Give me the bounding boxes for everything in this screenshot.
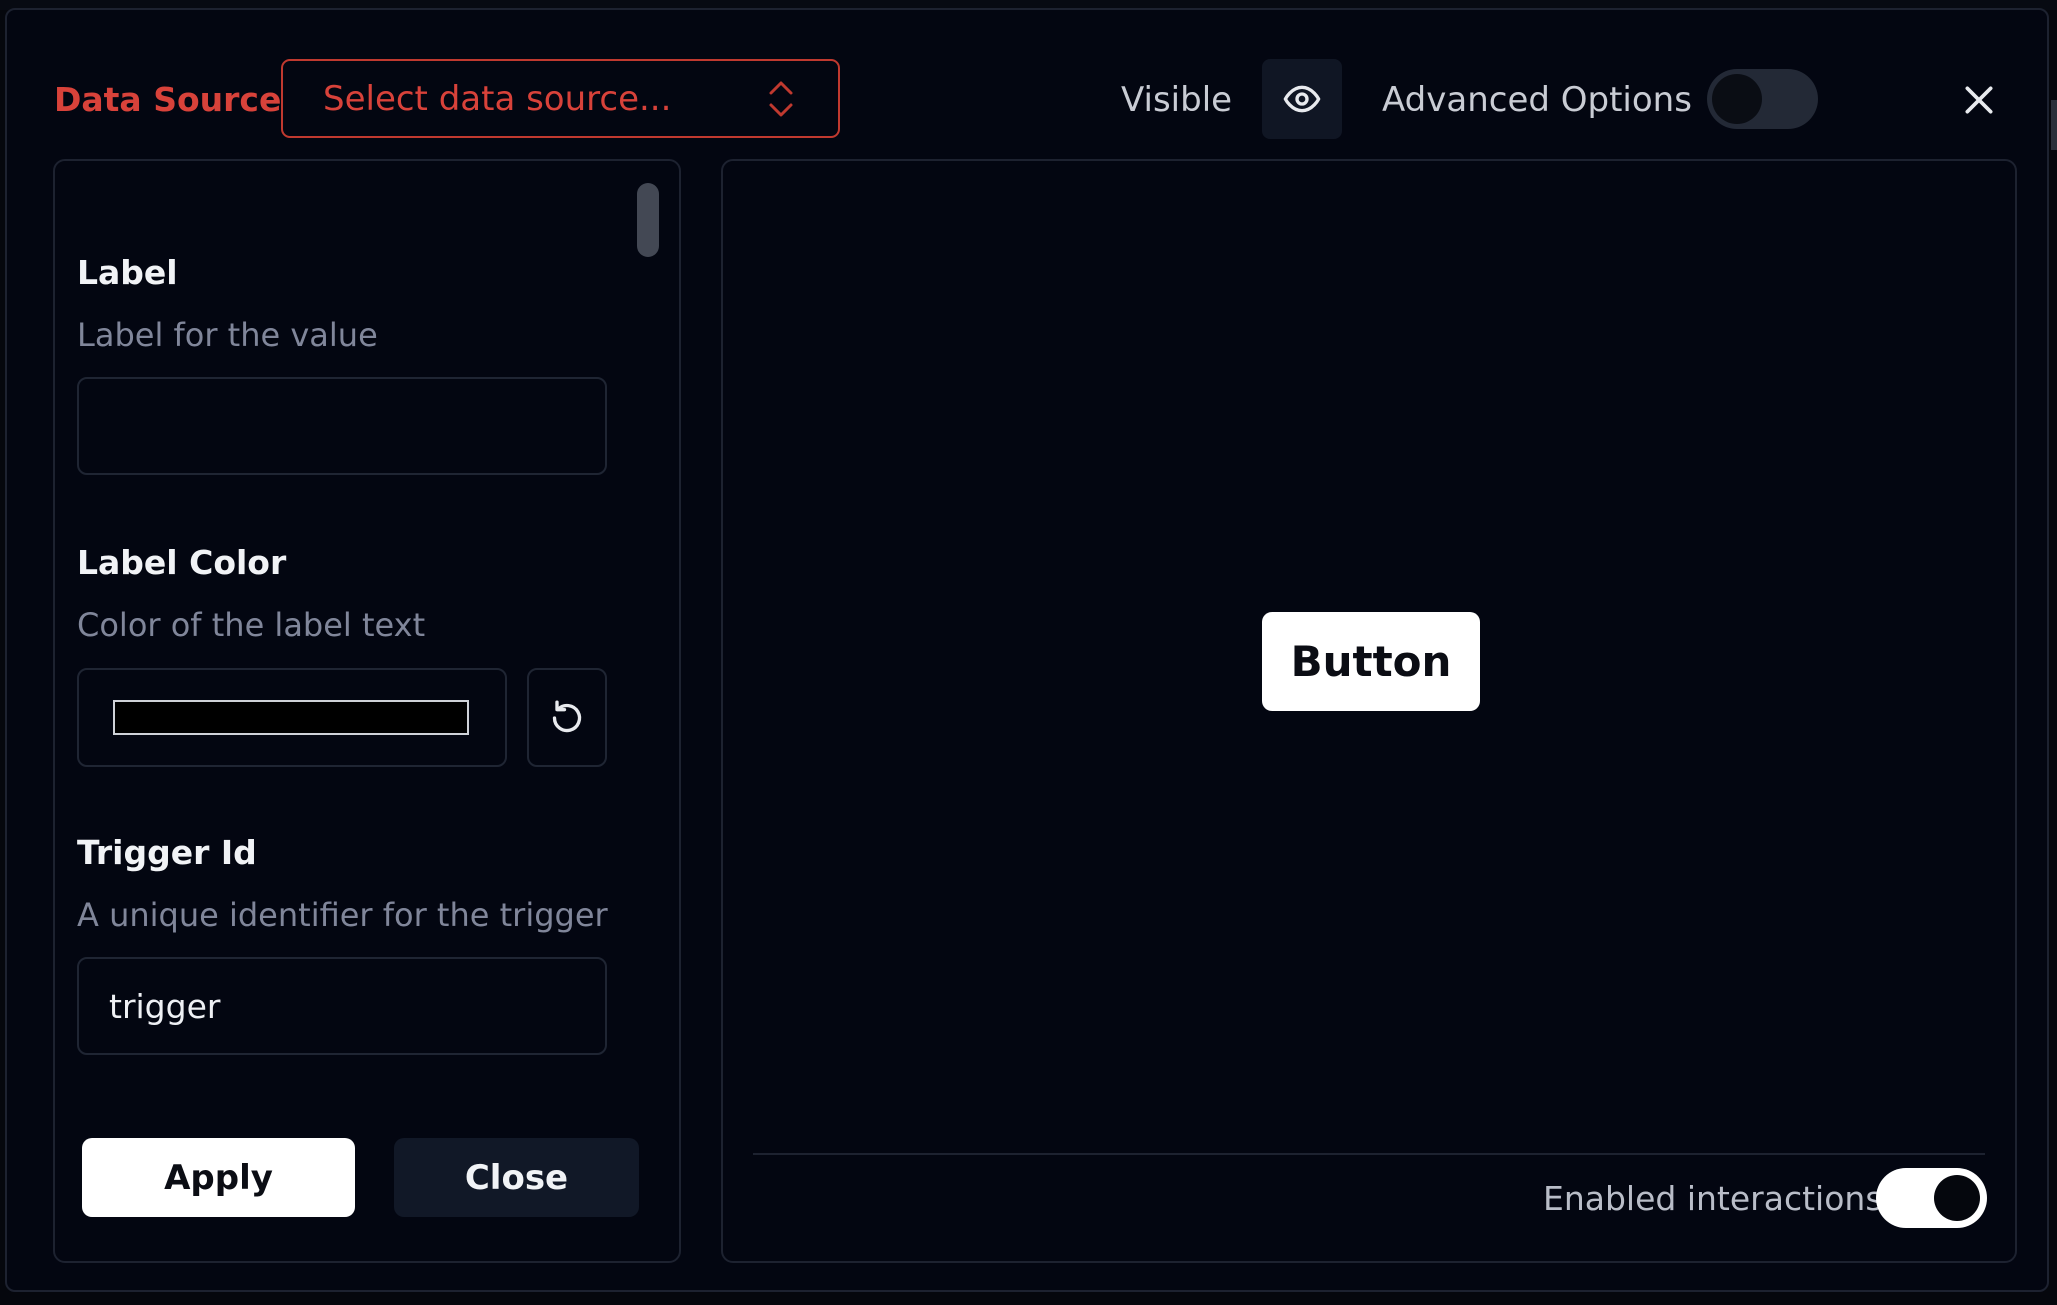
reset-color-button[interactable] xyxy=(527,668,607,767)
close-button[interactable]: Close xyxy=(394,1138,639,1217)
chevron-up-down-icon xyxy=(769,81,793,117)
preview-button[interactable]: Button xyxy=(1262,612,1480,711)
apply-button[interactable]: Apply xyxy=(82,1138,355,1217)
toggle-knob xyxy=(1712,74,1762,124)
data-source-select[interactable]: Select data source... xyxy=(281,59,840,138)
data-source-placeholder: Select data source... xyxy=(323,78,672,119)
page-scrollbar[interactable] xyxy=(2051,100,2057,150)
label-input[interactable] xyxy=(77,377,607,475)
enabled-interactions-toggle[interactable] xyxy=(1876,1168,1987,1228)
advanced-options-label: Advanced Options xyxy=(1382,80,1692,120)
reset-icon xyxy=(552,700,582,732)
preview-panel: Button Enabled interactions xyxy=(721,159,2017,1263)
advanced-options-toggle[interactable] xyxy=(1707,69,1818,129)
preview-divider xyxy=(753,1153,1985,1155)
close-icon[interactable] xyxy=(1959,80,1999,120)
label-field-title: Label xyxy=(77,253,178,292)
settings-panel: Label Label for the value Label Color Co… xyxy=(53,159,681,1263)
label-color-field-description: Color of the label text xyxy=(77,606,426,644)
eye-icon xyxy=(1283,85,1321,113)
label-color-field-title: Label Color xyxy=(77,543,287,582)
trigger-id-field-title: Trigger Id xyxy=(77,833,257,872)
label-field-description: Label for the value xyxy=(77,316,378,354)
settings-scrollbar[interactable] xyxy=(637,183,659,257)
trigger-id-input[interactable] xyxy=(77,957,607,1055)
enabled-interactions-label: Enabled interactions xyxy=(1543,1179,1883,1218)
component-editor-modal: Data Source: Select data source... Visib… xyxy=(5,8,2049,1292)
color-swatch xyxy=(113,700,469,735)
label-color-picker[interactable] xyxy=(77,668,507,767)
visibility-toggle-button[interactable] xyxy=(1262,59,1342,139)
trigger-id-field-description: A unique identifier for the trigger xyxy=(77,896,608,934)
visible-label: Visible xyxy=(1121,80,1233,120)
toggle-knob xyxy=(1934,1175,1980,1221)
data-source-label: Data Source: xyxy=(54,80,295,119)
